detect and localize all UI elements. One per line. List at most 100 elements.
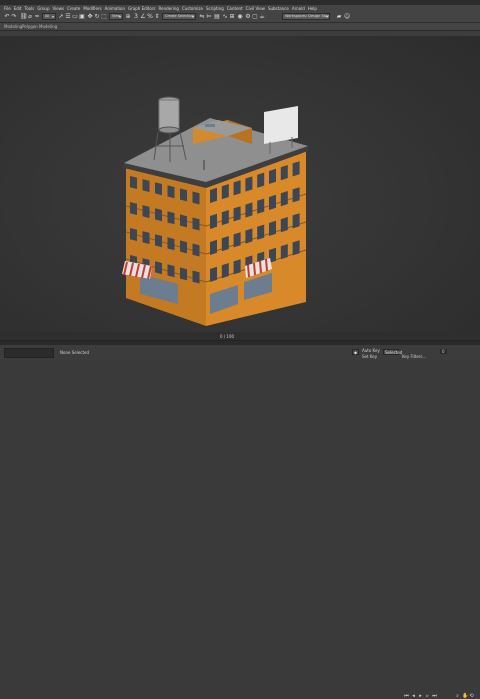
menu-scripting[interactable]: Scripting bbox=[206, 6, 224, 11]
window bbox=[221, 236, 229, 252]
current-time-field[interactable]: 0 bbox=[440, 349, 447, 354]
window bbox=[257, 172, 265, 188]
menu-file[interactable]: File bbox=[4, 6, 11, 11]
render-setup-icon[interactable]: ⚙ bbox=[245, 13, 251, 20]
ribbon-tab-modeling[interactable]: Modeling bbox=[4, 24, 22, 29]
curve-editor-icon[interactable]: ∿ bbox=[222, 13, 228, 20]
window bbox=[210, 266, 217, 282]
window bbox=[245, 176, 253, 192]
menu-content[interactable]: Content bbox=[227, 6, 243, 11]
perspective-viewport[interactable] bbox=[0, 36, 480, 332]
window bbox=[233, 259, 241, 275]
window bbox=[257, 224, 265, 240]
selected-dropdown[interactable]: Selected bbox=[383, 349, 402, 355]
window bbox=[167, 185, 175, 199]
window bbox=[130, 202, 137, 215]
move-icon[interactable]: ✥ bbox=[87, 13, 93, 20]
render-icon[interactable]: ☕ bbox=[259, 13, 265, 20]
pan-icon[interactable]: ✋ bbox=[462, 694, 468, 699]
scale-icon[interactable]: ⬚ bbox=[101, 13, 107, 20]
prev-frame-icon[interactable]: ◂ bbox=[411, 694, 416, 699]
window bbox=[292, 187, 300, 203]
unlink-icon[interactable]: ⌀ bbox=[27, 13, 33, 20]
select-by-name-icon[interactable]: ☰ bbox=[65, 13, 71, 20]
menu-arnold[interactable]: Arnold bbox=[292, 6, 305, 11]
folder-icon[interactable]: ▰ bbox=[336, 13, 342, 20]
pivot-icon[interactable]: ⊕ bbox=[125, 13, 131, 20]
orbit-icon[interactable]: ⟲ bbox=[469, 694, 474, 699]
rect-region-icon[interactable]: ▭ bbox=[72, 13, 78, 20]
menu-animation[interactable]: Animation bbox=[105, 6, 125, 11]
align-icon[interactable]: ⊨ bbox=[206, 13, 212, 20]
undo-icon[interactable]: ↶ bbox=[4, 13, 10, 20]
selection-filter-dropdown[interactable]: All bbox=[42, 13, 56, 20]
layer-icon[interactable]: ▤ bbox=[214, 13, 220, 20]
window bbox=[245, 228, 253, 244]
window bbox=[210, 213, 217, 229]
zoom-icon[interactable]: ⌕ bbox=[455, 694, 460, 699]
window bbox=[210, 187, 217, 203]
render-frame-icon[interactable]: ▢ bbox=[252, 13, 258, 20]
menu-tools[interactable]: Tools bbox=[24, 6, 34, 11]
maxscript-listener[interactable] bbox=[4, 348, 54, 358]
set-key-label[interactable]: Set Key bbox=[362, 354, 377, 359]
play-icon[interactable]: ▸ bbox=[418, 694, 423, 699]
window bbox=[269, 168, 276, 184]
key-filters-button[interactable]: Key Filters... bbox=[402, 354, 426, 359]
go-to-start-icon[interactable]: ⏮ bbox=[404, 694, 409, 699]
link-icon[interactable]: ⛓ bbox=[20, 13, 28, 20]
window bbox=[221, 184, 229, 200]
window bbox=[155, 261, 162, 275]
workspace-dropdown[interactable]: Workspaces: Design Standard bbox=[282, 13, 330, 20]
next-frame-icon[interactable]: ▹ bbox=[425, 694, 430, 699]
menu-substance[interactable]: Substance bbox=[268, 6, 289, 11]
percent-snap-icon[interactable]: % bbox=[147, 13, 153, 20]
select-icon[interactable]: ➚ bbox=[58, 13, 64, 20]
menu-graph-editors[interactable]: Graph Editors bbox=[128, 6, 155, 11]
window bbox=[192, 270, 200, 284]
window bbox=[269, 220, 276, 236]
window bbox=[192, 217, 200, 231]
window-crossing-icon[interactable]: ▣ bbox=[79, 13, 85, 20]
go-to-end-icon[interactable]: ⏭ bbox=[432, 694, 437, 699]
mirror-icon[interactable]: ⇋ bbox=[199, 13, 205, 20]
auto-key-label[interactable]: Auto Key bbox=[362, 348, 380, 353]
spinner-snap-icon[interactable]: ⇕ bbox=[154, 13, 160, 20]
redo-icon[interactable]: ↷ bbox=[11, 13, 17, 20]
snap-icon[interactable]: 3 bbox=[133, 13, 139, 20]
building-scene bbox=[122, 96, 308, 326]
auto-key-button[interactable]: ◆ bbox=[352, 349, 359, 355]
window bbox=[292, 213, 300, 229]
reference-coord-dropdown[interactable]: View bbox=[109, 13, 123, 20]
bind-icon[interactable]: ≈ bbox=[34, 13, 40, 20]
window bbox=[221, 210, 229, 226]
window bbox=[257, 198, 265, 214]
menu-help[interactable]: Help bbox=[308, 6, 317, 11]
window bbox=[155, 234, 162, 248]
rotate-icon[interactable]: ↻ bbox=[94, 13, 100, 20]
material-editor-icon[interactable]: ◉ bbox=[237, 13, 243, 20]
window bbox=[180, 267, 187, 281]
window bbox=[192, 243, 200, 257]
angle-snap-icon[interactable]: ∠ bbox=[140, 13, 146, 20]
frame-counter: 0 / 100 bbox=[220, 334, 235, 339]
window bbox=[155, 208, 162, 222]
selection-set-dropdown[interactable]: Create Selection Set bbox=[162, 13, 196, 20]
schematic-icon[interactable]: ⊞ bbox=[229, 13, 235, 20]
menu-civil-view[interactable]: Civil View bbox=[246, 6, 265, 11]
menu-modifiers[interactable]: Modifiers bbox=[83, 6, 101, 11]
sign-in-icon[interactable]: ☺ bbox=[344, 13, 350, 20]
ribbon-subtab-polygon-modeling[interactable]: Polygon Modeling bbox=[22, 24, 57, 29]
time-slider[interactable]: 0 / 100 bbox=[0, 332, 480, 340]
window bbox=[130, 176, 137, 189]
menu-create[interactable]: Create bbox=[67, 6, 80, 11]
menu-group[interactable]: Group bbox=[37, 6, 49, 11]
window bbox=[167, 264, 175, 278]
ribbon: Modeling Polygon Modeling bbox=[0, 23, 480, 31]
menu-rendering[interactable]: Rendering bbox=[159, 6, 179, 11]
menu-edit[interactable]: Edit bbox=[14, 6, 22, 11]
window bbox=[180, 240, 187, 254]
menu-customize[interactable]: Customize bbox=[182, 6, 203, 11]
menu-views[interactable]: Views bbox=[53, 6, 65, 11]
window bbox=[280, 244, 288, 260]
